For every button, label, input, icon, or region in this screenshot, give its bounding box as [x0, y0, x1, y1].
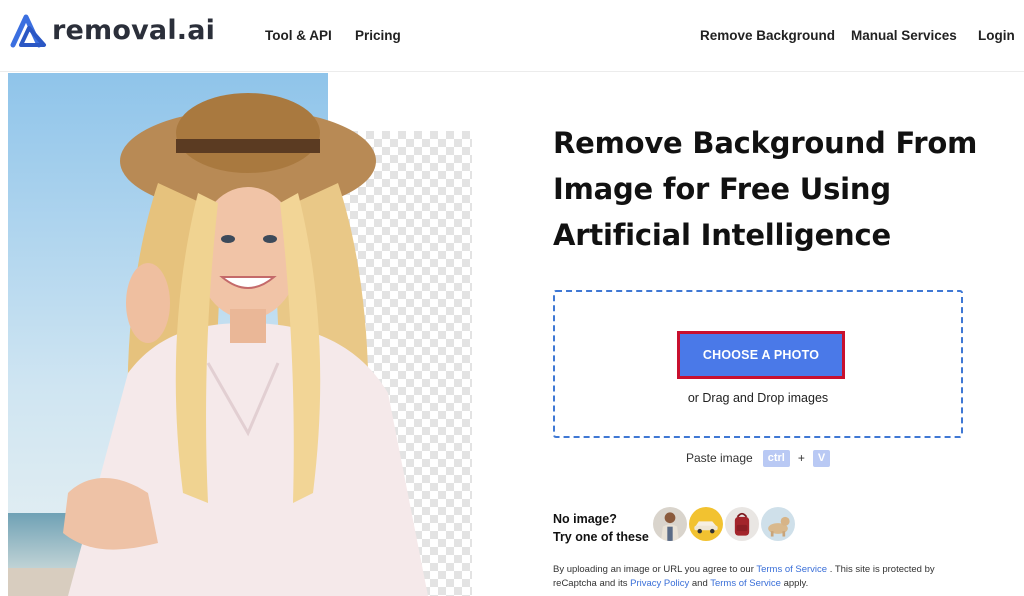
terms-of-service-link-2[interactable]: Terms of Service	[710, 578, 781, 589]
legal-notice: By uploading an image or URL you agree t…	[553, 563, 973, 590]
nav-manual-services[interactable]: Manual Services	[851, 28, 957, 43]
logo-link[interactable]: removal.ai	[8, 10, 215, 50]
sample-car[interactable]	[687, 505, 725, 543]
hero-image	[8, 73, 472, 596]
woman-cutout-image	[63, 93, 428, 596]
nav-remove-background[interactable]: Remove Background	[700, 28, 835, 43]
page-title: Remove Background From Image for Free Us…	[553, 120, 993, 258]
image-dropzone[interactable]: CHOOSE A PHOTO or Drag and Drop images	[553, 290, 963, 438]
drag-drop-hint: or Drag and Drop images	[687, 391, 829, 405]
bag-sample-icon	[725, 507, 759, 541]
nav-pricing[interactable]: Pricing	[355, 28, 401, 43]
title-line-1: Remove Background From	[553, 126, 978, 160]
sample-images	[651, 505, 797, 543]
legal-text-1: By uploading an image or URL you agree t…	[553, 564, 757, 575]
paste-label: Paste image	[686, 451, 753, 465]
ctrl-key-badge: ctrl	[762, 449, 790, 467]
sample-dog[interactable]	[759, 505, 797, 543]
person-sample-icon	[653, 507, 687, 541]
dog-sample-icon	[761, 507, 795, 541]
title-line-2: Image for Free Using	[553, 172, 891, 206]
plus-sign: +	[797, 451, 805, 465]
sample-prompt-line-1: No image?	[553, 512, 617, 526]
nav-tool-api[interactable]: Tool & API	[265, 28, 332, 43]
logo-text: removal.ai	[52, 14, 216, 46]
title-line-3: Artificial Intelligence	[553, 218, 891, 252]
sample-person[interactable]	[651, 505, 689, 543]
v-key-badge: V	[812, 449, 831, 467]
sample-prompt: No image? Try one of these	[553, 510, 649, 546]
legal-text-4: apply.	[780, 577, 809, 589]
sample-bag[interactable]	[723, 505, 761, 543]
paste-hint: Paste image ctrl + V	[686, 449, 831, 467]
privacy-policy-link[interactable]: Privacy Policy	[630, 578, 689, 589]
choose-photo-button[interactable]: CHOOSE A PHOTO	[677, 331, 845, 379]
nav-login[interactable]: Login	[978, 28, 1015, 43]
legal-text-3: and	[689, 577, 711, 589]
car-sample-icon	[689, 507, 723, 541]
terms-of-service-link[interactable]: Terms of Service	[756, 564, 827, 575]
sample-prompt-line-2: Try one of these	[553, 530, 649, 544]
site-header: removal.ai Tool & API Pricing Remove Bac…	[0, 0, 1024, 72]
logo-icon	[10, 14, 46, 48]
